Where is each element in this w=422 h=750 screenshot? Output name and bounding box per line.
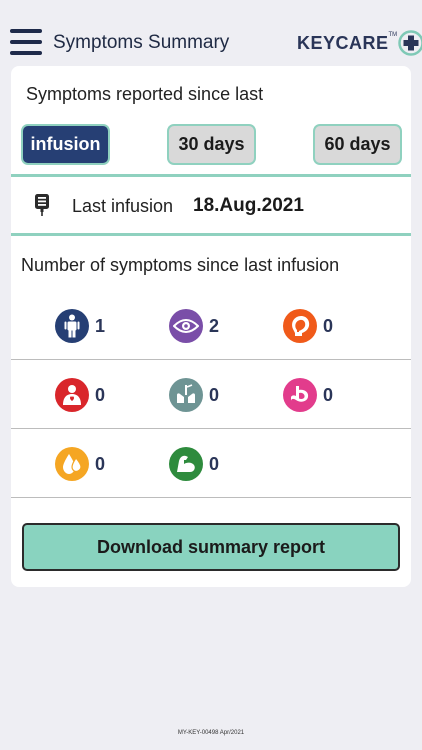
symptom-row: 1 2 0 — [11, 292, 411, 360]
divider — [11, 233, 411, 236]
chest-icon — [55, 378, 89, 412]
stomach-icon — [283, 378, 317, 412]
symptom-stomach[interactable]: 0 — [283, 378, 333, 412]
muscle-icon — [169, 447, 203, 481]
drop-icon — [55, 447, 89, 481]
download-summary-button[interactable]: Download summary report — [22, 523, 400, 571]
symptom-count: 0 — [323, 315, 334, 336]
symptom-count: 0 — [95, 453, 106, 474]
lungs-icon — [169, 378, 203, 412]
symptom-count: 0 — [209, 384, 220, 405]
hamburger-menu-icon[interactable] — [10, 29, 42, 55]
symptom-eye[interactable]: 2 — [169, 309, 219, 343]
last-infusion-date: 18.Aug.2021 — [193, 195, 304, 216]
symptom-count: 0 — [209, 453, 220, 474]
symptom-muscle[interactable]: 0 — [169, 447, 219, 481]
head-icon — [283, 309, 317, 343]
keycare-logo: KEYCARE TM — [297, 30, 422, 56]
infusion-bag-icon — [35, 194, 49, 216]
keycare-cross-icon — [398, 30, 422, 56]
eye-icon — [169, 309, 203, 343]
range-button-infusion[interactable]: infusion — [21, 124, 110, 165]
person-icon — [55, 309, 89, 343]
symptom-general[interactable]: 1 — [55, 309, 105, 343]
symptom-count: 2 — [209, 315, 220, 336]
symptom-count: 0 — [95, 384, 106, 405]
range-button-60-days[interactable]: 60 days — [313, 124, 402, 165]
symptom-row: 0 0 0 — [11, 361, 411, 429]
document-code: MY-KEY-00498 Apr/2021 — [177, 730, 245, 736]
symptoms-count-title: Number of symptoms since last infusion — [21, 255, 340, 275]
range-button-30-days[interactable]: 30 days — [167, 124, 256, 165]
symptom-lungs[interactable]: 0 — [169, 378, 219, 412]
reported-since-title: Symptoms reported since last — [26, 84, 264, 104]
symptom-count: 0 — [323, 384, 334, 405]
last-infusion-label: Last infusion — [72, 196, 174, 216]
symptom-count: 1 — [95, 315, 106, 336]
divider — [11, 174, 411, 177]
symptom-head[interactable]: 0 — [283, 309, 333, 343]
summary-card: Symptoms reported since last infusion 30… — [11, 66, 411, 587]
symptom-fluid[interactable]: 0 — [55, 447, 105, 481]
app-header: Symptoms Summary KEYCARE TM — [0, 0, 422, 64]
symptom-row: 0 0 — [11, 430, 411, 498]
range-selector: infusion 30 days 60 days — [11, 123, 411, 167]
page-title: Symptoms Summary — [53, 32, 230, 53]
last-infusion-row: Last infusion 18.Aug.2021 — [11, 178, 411, 233]
symptom-chest[interactable]: 0 — [55, 378, 105, 412]
